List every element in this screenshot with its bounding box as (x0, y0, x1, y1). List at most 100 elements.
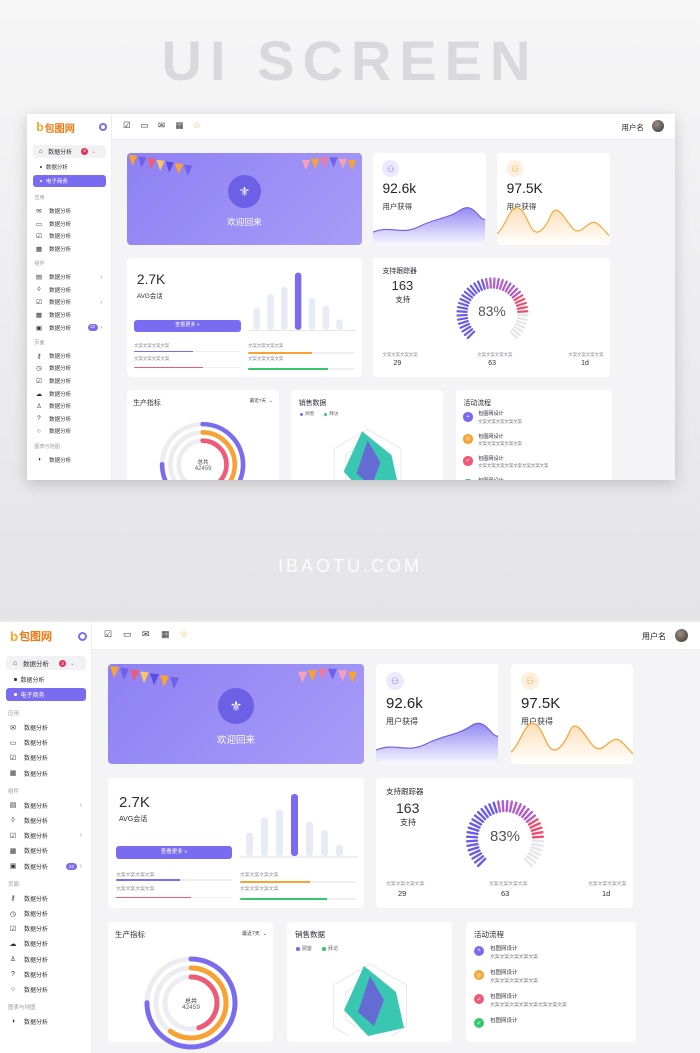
sidebar-item[interactable]: ✉ 数据分析 (8, 722, 86, 733)
sidebar-item[interactable]: ◊ 数据分析 (8, 815, 86, 826)
chat-icon[interactable]: ▭ (141, 120, 149, 130)
area-fill (376, 723, 498, 764)
sidebar-item-label: 数据分析 (24, 1020, 49, 1027)
sidebar-item-label: 数据分析 (49, 325, 72, 332)
date-range-label: 最近7天 (242, 931, 260, 937)
bunting-flag (301, 160, 310, 171)
bunting-flag (128, 154, 137, 166)
sidebar-item[interactable]: ◷ 数据分析 (34, 363, 106, 373)
sidebar-item[interactable]: ▦ 数据分析 (34, 310, 106, 320)
gauge-tick (492, 277, 496, 290)
sidebar-item[interactable]: ▣ 数据分析 22 › (34, 322, 106, 332)
mail-icon[interactable]: ✉ (158, 120, 165, 130)
avg-label: AVG会话 (119, 816, 148, 823)
brand-logo[interactable]: b 包图网 (10, 628, 52, 644)
tracker-stat-value: 29 (393, 359, 402, 367)
chat-icon[interactable]: ▭ (123, 629, 132, 640)
sidebar-item[interactable]: ◑ 数据分析 (8, 1016, 86, 1027)
progress-label: 文案文案文案文案 (240, 873, 279, 878)
view-more-button[interactable]: 查看更多 » (134, 320, 241, 333)
user-avatar[interactable] (652, 120, 664, 133)
sidebar-item[interactable]: ☑ 数据分析 › (34, 297, 106, 307)
sidebar-item-label: 数据分析 (24, 957, 49, 964)
home-icon: ⌂ (38, 148, 43, 156)
sidebar-item[interactable]: ▦ 数据分析 (8, 845, 86, 856)
activity-item-title: 包图网设计 (490, 1018, 518, 1024)
sidebar-item-label: 数据分析 (49, 378, 72, 385)
sidebar-item[interactable]: ○ 数据分析 (34, 426, 106, 436)
sidebar-item[interactable]: ▦ 数据分析 (8, 768, 86, 779)
sidebar-item-label: 数据分析 (48, 150, 73, 157)
sales-data-card: 销售数据 顾客 拜访 (287, 922, 452, 1042)
brand-logo[interactable]: b 包图网 (36, 120, 75, 135)
sidebar-item-data-analysis[interactable]: ⌂ 数据分析 3 ⌄ (32, 145, 107, 159)
menu-toggle-icon[interactable] (98, 123, 108, 132)
tracker-stat-label: 文案文案文案文案 (386, 882, 425, 887)
sidebar-item[interactable]: ✉ 数据分析 (34, 206, 106, 216)
sidebar-item[interactable]: ☁ 数据分析 (34, 389, 106, 399)
date-range-dropdown[interactable]: 最近7天 ⌄ (242, 930, 267, 937)
sidebar-item[interactable]: ☑ 数据分析 (8, 923, 86, 934)
sidebar-item[interactable]: ◷ 数据分析 (8, 908, 86, 919)
sidebar-item[interactable]: ⚷ 数据分析 (8, 893, 86, 904)
sidebar-item[interactable]: ▣ 数据分析 22 › (8, 861, 86, 872)
star-icon[interactable]: ☆ (180, 629, 188, 640)
gauge-tick (492, 801, 498, 814)
username-label[interactable]: 用户名 (642, 631, 666, 642)
sidebar-item-ecommerce[interactable]: 电子商务 (32, 174, 107, 187)
sidebar-item[interactable]: ☑ 数据分析 (8, 752, 86, 763)
sidebar-item[interactable]: ? 数据分析 (8, 969, 86, 980)
progress-fill (240, 880, 310, 883)
support-tracker-card: 支持跟踪器 163 支持 83% 文案文案文案文案 29 文案文案文案文案 63 文案文案文案文… (376, 778, 633, 908)
brand-logo-icon: b (10, 628, 19, 644)
sidebar-item[interactable]: ▤ 数据分析 › (8, 800, 86, 811)
sidebar-subitem-data-analysis[interactable]: 数据分析 (6, 673, 86, 686)
view-more-button[interactable]: 查看更多 » (116, 846, 232, 859)
activity-item-desc: 文案文案文案文案文案 (490, 955, 538, 960)
wave-sparkline (373, 207, 486, 245)
bunting-flag (120, 667, 129, 680)
sidebar-item-data-analysis[interactable]: ⌂ 数据分析 3 ⌄ (6, 656, 86, 670)
sidebar-subitem-data-analysis[interactable]: 数据分析 (33, 161, 107, 173)
search-icon: ○ (10, 986, 16, 993)
calendar-icon[interactable]: ▦ (175, 120, 183, 130)
sidebar-item[interactable]: ◊ 数据分析 (34, 285, 106, 295)
avg-value: 2.7K (119, 794, 150, 811)
sidebar-item-label: 数据分析 (24, 803, 49, 810)
sidebar-item[interactable]: ◑ 数据分析 (34, 455, 106, 465)
session-bar (336, 319, 343, 330)
sidebar-item-label: 数据分析 (49, 416, 72, 423)
checkbox-icon[interactable]: ☑ (123, 120, 130, 130)
production-total-value: 42459 (181, 1004, 201, 1011)
date-range-dropdown[interactable]: 最近7天 ⌄ (250, 398, 273, 404)
calendar-icon[interactable]: ▦ (161, 629, 170, 640)
sidebar-item[interactable]: ▤ 数据分析 › (34, 272, 106, 282)
sidebar-item-ecommerce[interactable]: 电子商务 (6, 688, 86, 701)
bunting-flag (329, 157, 338, 168)
date-range-label: 最近7天 (249, 397, 267, 403)
sidebar-item-label: 数据分析 (49, 457, 72, 464)
sidebar-section-title: 图表与地图 (8, 1005, 36, 1012)
sidebar-item[interactable]: ☑ 数据分析 (34, 231, 106, 241)
sidebar-item[interactable]: ▭ 数据分析 (34, 219, 106, 229)
sidebar-item[interactable]: ♙ 数据分析 (34, 401, 106, 411)
sidebar-item[interactable]: ☑ 数据分析 › (8, 830, 86, 841)
sidebar-item[interactable]: ☁ 数据分析 (8, 938, 86, 949)
sidebar-item[interactable]: ⚷ 数据分析 (34, 351, 106, 361)
sidebar-item[interactable]: ○ 数据分析 (8, 984, 86, 995)
sidebar-item[interactable]: ▦ 数据分析 (34, 244, 106, 254)
sidebar-item[interactable]: ♙ 数据分析 (8, 954, 86, 965)
username-label[interactable]: 用户名 (622, 122, 644, 133)
sidebar-item[interactable]: ▭ 数据分析 (8, 737, 86, 748)
checkbox-icon[interactable]: ☑ (104, 629, 112, 640)
user-avatar[interactable] (675, 629, 688, 642)
sidebar-item[interactable]: ? 数据分析 (34, 414, 106, 424)
sidebar-item[interactable]: ☑ 数据分析 (34, 376, 106, 386)
user-icon: ♙ (9, 956, 17, 964)
menu-toggle-icon[interactable] (78, 632, 87, 641)
sidebar-item-label: 数据分析 (49, 429, 72, 436)
star-icon[interactable]: ☆ (193, 120, 200, 130)
bullet-dot (14, 678, 17, 681)
gauge-tick (498, 279, 504, 291)
mail-icon[interactable]: ✉ (142, 629, 150, 640)
